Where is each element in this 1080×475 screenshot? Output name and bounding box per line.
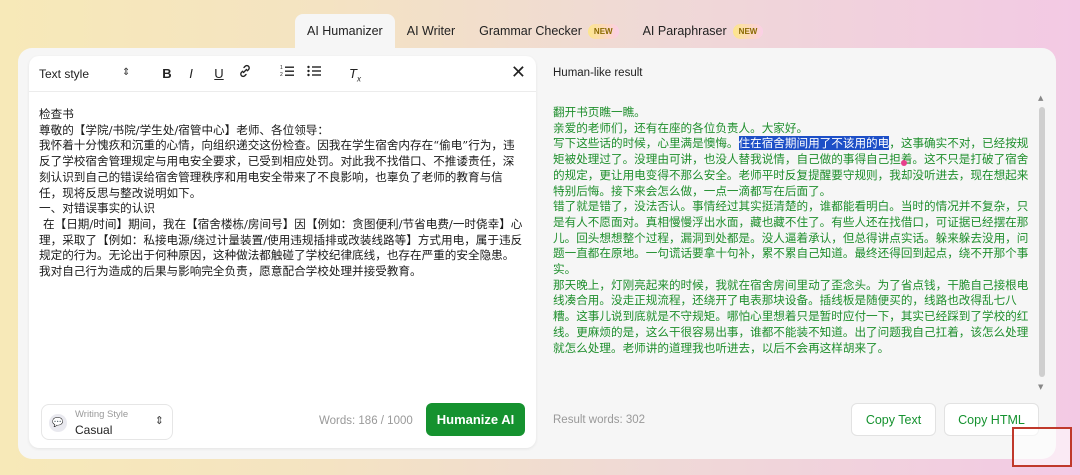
result-paragraph: 翻开书页瞧一瞧。 [553,105,646,119]
underline-button[interactable]: U [209,64,229,84]
scroll-down-icon[interactable]: ▼ [1038,383,1043,391]
result-scrollbar[interactable]: ▲ ▼ [1038,94,1046,391]
humanize-button[interactable]: Humanize AI [426,403,525,436]
editor-footer: 💬 Writing Style Casual ⇕ Words: 186 / 10… [29,396,536,448]
tab-label: AI Writer [406,24,456,38]
writing-style-label: Writing Style [75,409,129,420]
result-text[interactable]: 翻开书页瞧一瞧。 亲爱的老师们，还有在座的各位负责人。大家好。 写下这些话的时候… [553,105,1029,356]
tab-grammar-checker[interactable]: Grammar Checker NEW [467,14,630,48]
speech-bubble-icon: 💬 [49,414,67,432]
link-icon[interactable] [235,64,255,84]
numbered-list-icon[interactable]: 12 [277,64,297,84]
cursor-indicator [901,160,907,166]
tab-label: AI Humanizer [307,24,383,38]
source-text[interactable]: 检查书 尊敬的【学院/书院/学生处/宿管中心】老师、各位领导： 我怀着十分愧疚和… [39,107,525,280]
tab-ai-humanizer[interactable]: AI Humanizer [295,14,395,48]
result-word-count: Result words: 302 [553,414,646,426]
italic-button[interactable]: I [181,64,201,84]
svg-text:1: 1 [280,65,283,71]
result-paragraph: 亲爱的老师们，还有在座的各位负责人。大家好。 [553,120,809,135]
watermark-logo [1012,427,1072,467]
writing-style-value: Casual [75,423,113,437]
product-tabs: AI Humanizer AI Writer Grammar Checker NE… [295,14,775,48]
tab-label: Grammar Checker [479,24,582,38]
editor-toolbar: Text style ⇕ B I U 12 Tx ✕ [29,56,536,92]
scrollbar-thumb[interactable] [1039,107,1045,377]
source-paragraph: 在【日期/时间】期间，我在【宿舍楼栋/房间号】因【例如：贪图便利/节省电费/一时… [39,216,523,279]
clear-format-icon[interactable]: Tx [345,64,365,84]
result-paragraph: 错了就是错了，没法否认。事情经过其实挺清楚的，谁都能看明白。当时的情况并不复杂，… [553,199,1029,277]
new-badge: NEW [587,23,619,39]
word-count: Words: 186 / 1000 [319,415,413,427]
result-heading: Human-like result [553,67,643,79]
writing-style-select[interactable]: 💬 Writing Style Casual ⇕ [41,404,173,440]
selected-text[interactable]: 住在宿舍期间用了不该用的电 [738,136,890,151]
text-style-select[interactable]: Text style [39,67,89,81]
svg-text:2: 2 [280,72,283,78]
input-editor[interactable]: Text style ⇕ B I U 12 Tx ✕ 检查书 尊敬的【学院/书院… [29,56,536,448]
bullet-list-icon[interactable] [304,64,324,84]
result-segment: 写下这些话的时候，心里满是懊悔。 [553,136,739,151]
tab-label: AI Paraphraser [642,24,727,38]
tab-ai-paraphraser[interactable]: AI Paraphraser NEW [631,14,776,48]
bold-button[interactable]: B [157,64,177,84]
new-badge: NEW [732,23,764,39]
result-paragraph: 那天晚上，灯刚亮起来的时候，我就在宿舍房间里动了歪念头。为了省点钱，干脆自己接根… [553,277,1029,355]
updown-caret-icon: ⇕ [154,414,164,427]
source-paragraph: 我怀着十分愧疚和沉重的心情，向组织递交这份检查。因我在学生宿舍内存在“偷电”行为… [39,138,515,200]
updown-caret-icon[interactable]: ⇕ [122,67,130,78]
tab-ai-writer[interactable]: AI Writer [395,14,467,48]
source-paragraph: 一、对错误事实的认识 [39,201,155,216]
source-paragraph: 尊敬的【学院/书院/学生处/宿管中心】老师、各位领导： [39,122,329,137]
close-icon[interactable]: ✕ [511,62,526,83]
source-paragraph: 检查书 [39,107,74,121]
scroll-up-icon[interactable]: ▲ [1038,94,1043,102]
copy-text-button[interactable]: Copy Text [851,403,936,436]
result-paragraph: 写下这些话的时候，心里满是懊悔。住在宿舍期间用了不该用的电，这事确实不对，已经按… [553,136,1029,199]
